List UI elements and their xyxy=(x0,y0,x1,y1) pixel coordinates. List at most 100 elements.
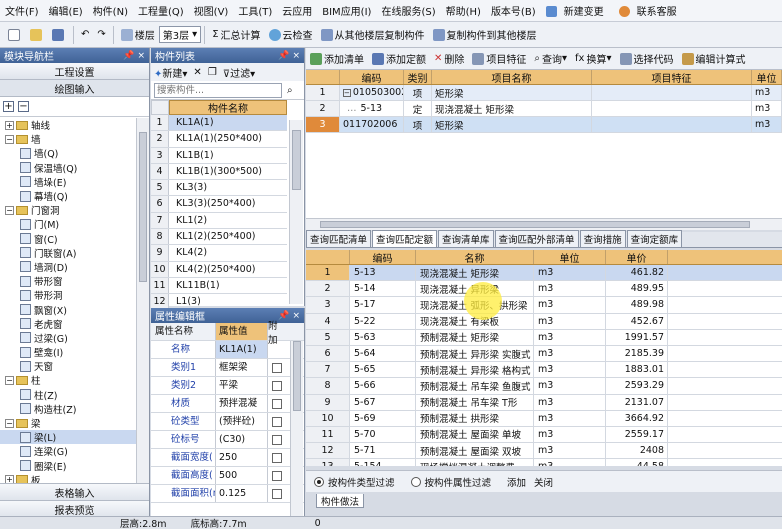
tree-item[interactable]: 门联窗(A) xyxy=(0,246,136,260)
tree-item[interactable]: 圈梁(E) xyxy=(0,459,136,473)
upper-hscrollbar[interactable] xyxy=(306,218,782,230)
component-row[interactable]: 2 KL1A(1)(250*400) xyxy=(151,131,287,148)
add-list-button[interactable]: 添加清单 xyxy=(306,49,368,69)
attr-value[interactable]: (预拌砼) xyxy=(216,413,268,430)
sum-calc-button[interactable]: Σ 汇总计算 xyxy=(208,25,264,45)
menu-item[interactable]: 工具(T) xyxy=(233,3,277,18)
query-tab[interactable]: 查询措施 xyxy=(579,230,626,247)
collapse-icon[interactable]: − xyxy=(343,88,351,97)
tree-item[interactable]: + 轴线 xyxy=(0,118,136,132)
expand-all-icon[interactable]: + xyxy=(3,101,14,112)
nav-scrollbar[interactable] xyxy=(136,118,149,490)
pin-icon[interactable]: 📌 × xyxy=(123,51,145,61)
collapse-icon[interactable]: − xyxy=(5,418,14,428)
match-row[interactable]: 5 5-63 预制混凝土 矩形梁 m3 1991.57 xyxy=(306,329,782,346)
component-method-tab[interactable]: 构件做法 xyxy=(316,494,365,508)
edit-formula-button[interactable]: 编辑计算式 xyxy=(678,49,750,69)
delete-icon[interactable]: ✕ xyxy=(193,67,201,78)
attr-value[interactable]: 0.125 xyxy=(216,485,268,502)
tree-item[interactable]: 天窗 xyxy=(0,359,136,373)
tree-item[interactable]: 老虎窗 xyxy=(0,317,136,331)
component-scroll-thumb[interactable] xyxy=(292,130,301,190)
collapse-icon[interactable]: − xyxy=(5,134,14,144)
tree-item[interactable]: − 梁 xyxy=(0,416,136,430)
attribute-scrollbar[interactable] xyxy=(290,341,303,516)
report-preview-button[interactable]: 报表预览 xyxy=(0,500,149,517)
match-row[interactable]: 13 5-154现场搅拌混凝土调整费m344.58 xyxy=(306,459,782,466)
close-button[interactable]: 关闭 xyxy=(534,475,553,489)
table-input-button[interactable]: 表格输入 xyxy=(0,483,149,500)
attribute-row[interactable]: 材质 预拌混凝 xyxy=(151,395,304,413)
tree-item[interactable]: 带形窗 xyxy=(0,274,136,288)
match-row[interactable]: 11 5-70 预制混凝土 屋面梁 单坡 m3 2559.17 xyxy=(306,426,782,444)
floor-select[interactable]: 第3层 ▾ xyxy=(158,26,202,43)
menu-item[interactable]: 文件(F) xyxy=(0,3,44,18)
search-icon[interactable]: ⌕ xyxy=(287,85,293,96)
collapse-all-icon[interactable]: − xyxy=(18,101,29,112)
attr-value[interactable]: KL1A(1) xyxy=(216,341,268,358)
tree-item[interactable]: 带形洞 xyxy=(0,288,136,302)
select-code-button[interactable]: 选择代码 xyxy=(616,49,678,69)
component-scrollbar[interactable] xyxy=(289,120,303,304)
support-button[interactable]: 联系客服 xyxy=(614,3,687,18)
collapse-icon[interactable]: − xyxy=(5,375,14,385)
new-file-button[interactable] xyxy=(4,25,26,45)
attr-extra-checkbox[interactable] xyxy=(272,452,282,463)
component-row[interactable]: 4 KL1B(1)(300*500) xyxy=(151,163,287,181)
filter-by-attr-radio[interactable] xyxy=(410,476,421,487)
tree-item[interactable]: 梁(L) xyxy=(0,430,136,445)
query-tab[interactable]: 查询定额库 xyxy=(626,230,683,247)
attr-value[interactable]: 平梁 xyxy=(216,377,268,394)
attr-value[interactable]: (C30) xyxy=(216,431,268,448)
new-changes-button[interactable]: 新建变更 xyxy=(541,3,614,18)
attr-value[interactable]: 250 xyxy=(216,449,268,466)
tree-item[interactable]: − 柱 xyxy=(0,373,136,387)
quota-row[interactable]: 3 011702006 项矩形梁 m3 xyxy=(306,117,782,133)
attr-value[interactable]: 预拌混凝 xyxy=(216,395,268,412)
tree-item[interactable]: 窗(C) xyxy=(0,232,136,246)
query-tab[interactable]: 查询清单库 xyxy=(438,230,494,247)
component-row[interactable]: 3 KL1B(1) xyxy=(151,147,287,164)
attribute-scroll-thumb[interactable] xyxy=(293,341,301,411)
tree-item[interactable]: 墙洞(D) xyxy=(0,260,136,274)
tree-item[interactable]: 保温墙(Q) xyxy=(0,161,136,175)
component-row[interactable]: 9 KL4(2) xyxy=(151,245,287,262)
menu-item[interactable]: 编辑(E) xyxy=(44,3,88,18)
tree-item[interactable]: 墙(Q) xyxy=(0,146,136,160)
item-feature-button[interactable]: 项目特征 xyxy=(468,49,530,69)
attr-extra-checkbox[interactable] xyxy=(272,416,282,427)
attribute-row[interactable]: 类别2 平梁 xyxy=(151,377,304,395)
component-row[interactable]: 1 KL1A(1) xyxy=(151,115,287,132)
attr-extra-checkbox[interactable] xyxy=(272,380,282,391)
copy-from-floor-button[interactable]: 从其他楼层复制构件 xyxy=(317,25,429,45)
tree-item[interactable]: 构造柱(Z) xyxy=(0,402,136,416)
attr-value[interactable]: 框架梁 xyxy=(216,359,268,376)
drawing-input-button[interactable]: 绘图输入 xyxy=(0,80,149,97)
match-row[interactable]: 1 5-13 现浇混凝土 矩形梁 m3 461.82 xyxy=(306,265,782,282)
save-button[interactable] xyxy=(48,25,70,45)
tree-item[interactable]: 连梁(G) xyxy=(0,444,136,458)
menu-item[interactable]: 版本号(B) xyxy=(486,3,541,18)
match-row[interactable]: 12 5-71 预制混凝土 屋面梁 双坡 m3 2408 xyxy=(306,443,782,460)
tree-item[interactable]: 幕墙(Q) xyxy=(0,189,136,203)
undo-button[interactable]: ↶ xyxy=(77,25,93,45)
project-settings-button[interactable]: 工程设置 xyxy=(0,63,149,80)
component-row[interactable]: 8 KL1(2)(250*400) xyxy=(151,229,287,246)
pin-icon[interactable]: 📌 × xyxy=(278,51,300,61)
quota-row[interactable]: 1 −010503002 项矩形梁 m3 xyxy=(306,85,782,101)
attr-extra-checkbox[interactable] xyxy=(272,434,282,445)
cloud-check-button[interactable]: 云检查 xyxy=(265,25,317,45)
tree-item[interactable]: − 门窗洞 xyxy=(0,203,136,217)
match-row[interactable]: 6 5-64 预制混凝土 异形梁 实腹式 m3 2185.39 xyxy=(306,345,782,363)
component-row[interactable]: 11 KL11B(1) xyxy=(151,277,287,295)
tree-item[interactable]: 门(M) xyxy=(0,217,136,231)
attribute-row[interactable]: 名称 KL1A(1) xyxy=(151,341,304,359)
upper-hscroll-thumb[interactable] xyxy=(320,221,750,228)
filter-by-type-radio[interactable] xyxy=(314,476,324,487)
quota-row[interactable]: 2… 5-13 定现浇混凝土 矩形梁 m3 xyxy=(306,101,782,117)
add-quota-button[interactable]: 添加定额 xyxy=(368,49,430,69)
match-row[interactable]: 8 5-66 预制混凝土 吊车梁 鱼腹式 m3 2593.29 xyxy=(306,378,782,395)
component-row[interactable]: 7 KL1(2) xyxy=(151,212,287,230)
tree-item[interactable]: − 墙 xyxy=(0,132,136,146)
open-button[interactable] xyxy=(26,25,48,45)
